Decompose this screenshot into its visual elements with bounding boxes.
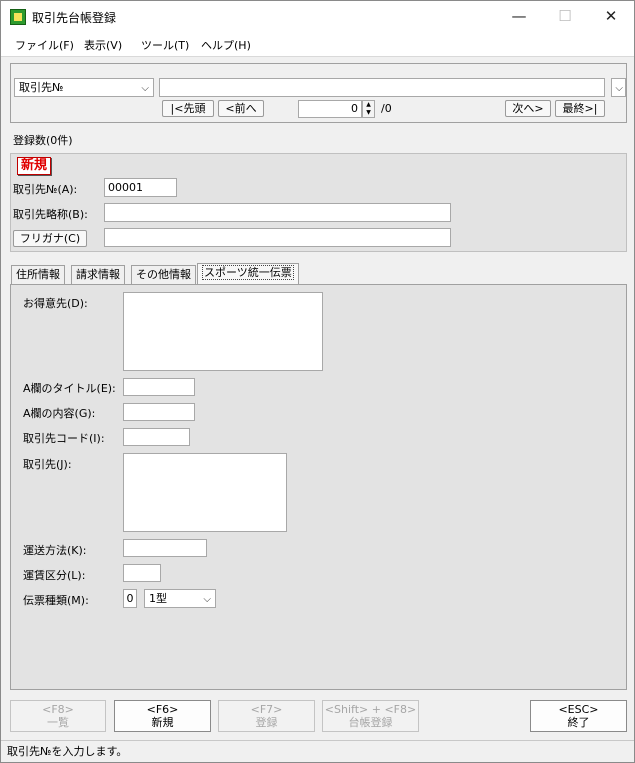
list-button[interactable]: <F8> 一覧 — [10, 700, 106, 732]
a-title-label: A欄のタイトル(E): — [23, 382, 116, 395]
short-name-input[interactable] — [104, 203, 451, 222]
slip-label: 伝票種類(M): — [23, 594, 89, 607]
search-dropdown-button[interactable]: ⌵ — [611, 78, 626, 97]
menu-tools[interactable]: ツール(T) — [141, 37, 189, 53]
furigana-button[interactable]: フリガナ(C) — [13, 230, 87, 247]
a-content-label: A欄の内容(G): — [23, 407, 96, 420]
mode-badge: 新規 — [17, 157, 52, 175]
slip-number-input[interactable]: 0 — [123, 589, 137, 608]
record-count: 登録数(0件) — [13, 134, 73, 147]
new-button-key: <F6> — [146, 703, 179, 716]
chevron-down-icon: ⌵ — [615, 83, 623, 94]
slip-type-select[interactable]: 1型 ⌵ — [144, 589, 216, 608]
tab-other[interactable]: その他情報 — [131, 265, 196, 284]
menu-view[interactable]: 表示(V) — [84, 37, 122, 53]
page-spinner[interactable]: ▲ ▼ — [362, 100, 375, 118]
exit-button-key: <ESC> — [558, 703, 599, 716]
furigana-input[interactable] — [104, 228, 451, 247]
code-input[interactable]: 00001 — [104, 178, 177, 197]
freight-input[interactable] — [123, 564, 161, 582]
menu-bar: ファイル(F) 表示(V) ツール(T) ヘルプ(H) — [1, 32, 634, 57]
last-record-button[interactable]: 最終>| — [555, 100, 605, 117]
window-title: 取引先台帳登録 — [32, 11, 117, 25]
first-record-button[interactable]: |<先頭 — [162, 100, 214, 117]
prev-record-button[interactable]: <前へ — [218, 100, 264, 117]
page-number-input[interactable]: 0 — [298, 100, 362, 118]
register-button-key: <F7> — [250, 703, 283, 716]
app-icon — [10, 9, 26, 25]
search-input[interactable] — [159, 78, 605, 97]
partner-code-label: 取引先コード(I): — [23, 432, 105, 445]
tab-sports-slip[interactable]: スポーツ統一伝票 — [197, 263, 299, 284]
freight-label: 運賃区分(L): — [23, 569, 86, 582]
list-button-key: <F8> — [42, 703, 74, 716]
chevron-down-icon: ⌵ — [141, 83, 149, 94]
partner-code-input[interactable] — [123, 428, 190, 446]
customer-textarea[interactable] — [123, 292, 323, 371]
register-button[interactable]: <F7> 登録 — [218, 700, 315, 732]
a-content-input[interactable] — [123, 403, 195, 421]
new-button-label: 新規 — [151, 716, 174, 729]
menu-help[interactable]: ヘルプ(H) — [201, 37, 251, 53]
register-button-label: 登録 — [255, 716, 278, 729]
search-panel: 取引先№ ⌵ ⌵ |<先頭 <前へ 0 ▲ ▼ /0 次へ> 最終>| — [10, 63, 627, 123]
partner-textarea[interactable] — [123, 453, 287, 532]
tab-billing[interactable]: 請求情報 — [71, 265, 125, 284]
sports-slip-page: お得意先(D): A欄のタイトル(E): A欄の内容(G): 取引先コード(I)… — [10, 284, 627, 690]
tab-address[interactable]: 住所情報 — [11, 265, 65, 284]
exit-button[interactable]: <ESC> 終了 — [530, 700, 627, 732]
chevron-down-icon: ⌵ — [203, 594, 211, 605]
code-label: 取引先№(A): — [13, 183, 78, 196]
short-name-label: 取引先略称(B): — [13, 208, 88, 221]
shipping-label: 運送方法(K): — [23, 544, 87, 557]
slip-type-value: 1型 — [149, 592, 167, 605]
ledger-register-button-key: <Shift> + <F8> — [324, 703, 417, 716]
search-field-select-value: 取引先№ — [19, 81, 64, 94]
maximize-button[interactable]: ☐ — [542, 1, 588, 32]
app-window: 取引先台帳登録 — ☐ ✕ ファイル(F) 表示(V) ツール(T) ヘルプ(H… — [0, 0, 635, 763]
search-field-select[interactable]: 取引先№ ⌵ — [14, 78, 154, 97]
customer-label: お得意先(D): — [23, 297, 88, 310]
next-record-button[interactable]: 次へ> — [505, 100, 551, 117]
close-button[interactable]: ✕ — [588, 1, 634, 32]
status-bar: 取引先№を入力します。 — [1, 740, 634, 762]
record-panel: 新規 取引先№(A): 00001 取引先略称(B): フリガナ(C) — [10, 153, 627, 252]
a-title-input[interactable] — [123, 378, 195, 396]
exit-button-label: 終了 — [567, 716, 590, 729]
partner-label: 取引先(J): — [23, 458, 72, 471]
list-button-label: 一覧 — [47, 716, 69, 729]
title-bar: 取引先台帳登録 — ☐ ✕ — [1, 1, 634, 32]
tab-sports-slip-label: スポーツ統一伝票 — [202, 265, 294, 280]
new-button[interactable]: <F6> 新規 — [114, 700, 211, 732]
ledger-register-button[interactable]: <Shift> + <F8> 台帳登録 — [322, 700, 419, 732]
menu-file[interactable]: ファイル(F) — [15, 37, 74, 53]
shipping-input[interactable] — [123, 539, 207, 557]
page-total: /0 — [381, 102, 392, 115]
ledger-register-button-label: 台帳登録 — [348, 716, 393, 729]
minimize-button[interactable]: — — [496, 1, 542, 32]
